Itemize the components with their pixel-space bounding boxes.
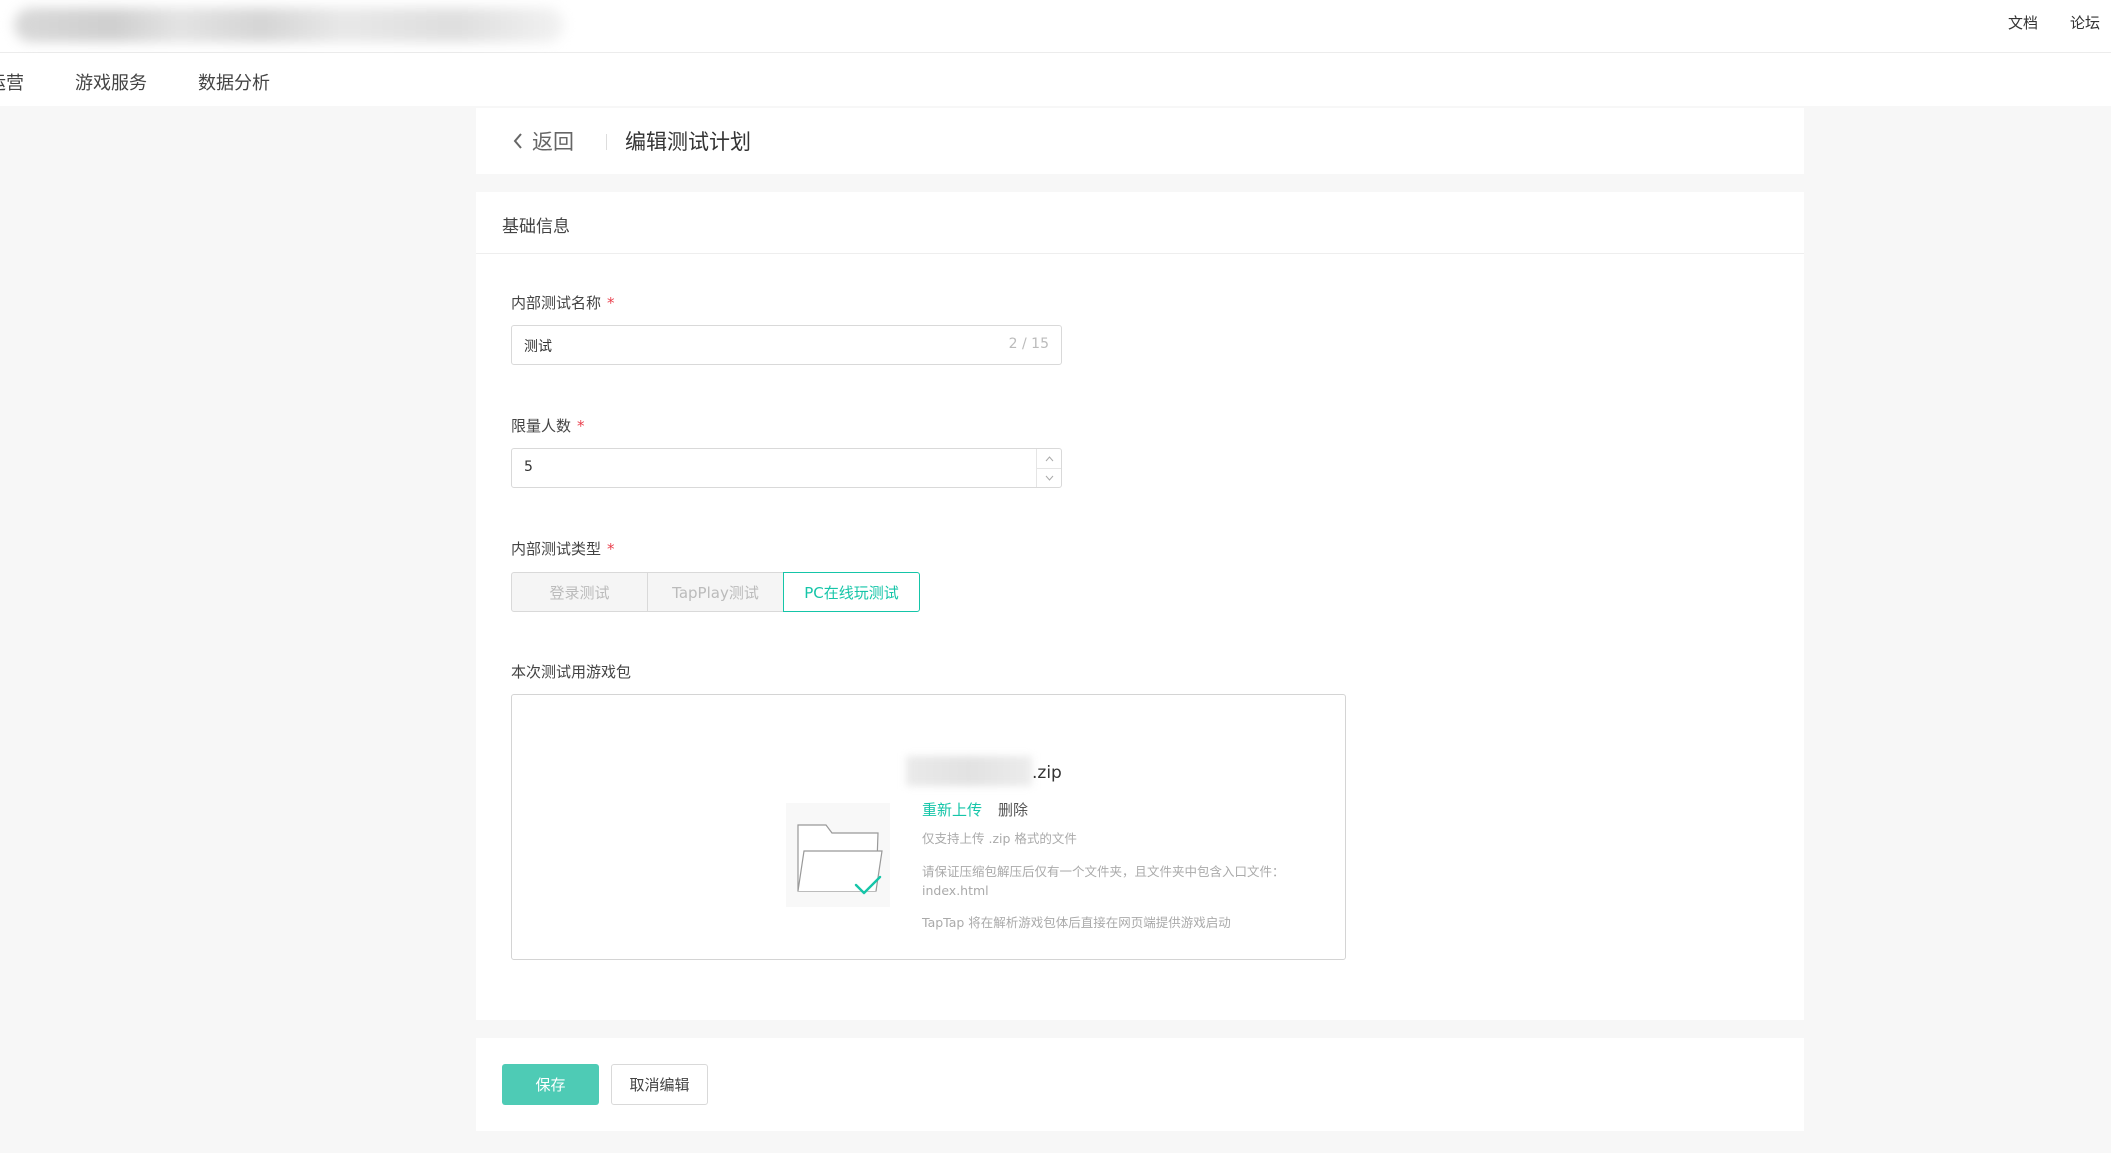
chevron-up-icon [1045,455,1053,461]
form-footer: 保存 取消编辑 [476,1038,1804,1131]
reupload-link[interactable]: 重新上传 [922,799,982,820]
hint-format: 仅支持上传 .zip 格式的文件 [922,831,1077,846]
section-title: 基础信息 [502,217,570,237]
file-extension: .zip [1032,763,1062,783]
docs-link[interactable]: 文档 [2008,12,2038,33]
hint-entry-file: index.html [922,883,989,898]
type-option-login[interactable]: 登录测试 [511,572,648,612]
page-title: 编辑测试计划 [625,130,751,154]
test-type-label-text: 内部测试类型 [511,540,602,558]
limit-label-text: 限量人数 [511,417,572,435]
package-label: 本次测试用游戏包 [511,663,632,681]
test-name-input[interactable]: 测试 2 / 15 [511,325,1062,365]
type-option-tapplay[interactable]: TapPlay测试 [647,572,784,612]
section-divider [476,253,1804,254]
char-counter: 2 / 15 [1008,336,1049,352]
main-nav: 运营 游戏服务 数据分析 [0,53,2111,106]
limit-number-input[interactable]: 5 [511,448,1062,488]
test-name-value: 测试 [524,339,552,355]
chevron-left-icon [513,133,522,149]
increment-button[interactable] [1037,449,1061,469]
save-button[interactable]: 保存 [502,1064,599,1105]
package-upload-area: .zip 重新上传 删除 仅支持上传 .zip 格式的文件 请保证压缩包解压后仅… [511,694,1346,960]
test-name-label: 内部测试名称 * [511,292,615,313]
page-header: 返回 编辑测试计划 [476,108,1804,174]
test-name-label-text: 内部测试名称 [511,294,602,312]
hint-structure: 请保证压缩包解压后仅有一个文件夹，且文件夹中包含入口文件： [922,864,1285,879]
test-type-label: 内部测试类型 * [511,538,615,559]
limit-label: 限量人数 * [511,415,585,436]
delete-link[interactable]: 删除 [998,799,1028,820]
nav-item-data-analysis[interactable]: 数据分析 [198,69,270,95]
nav-item-game-services[interactable]: 游戏服务 [75,69,147,95]
test-type-segmented: 登录测试 TapPlay测试 PC在线玩测试 [511,572,920,612]
decrement-button[interactable] [1037,468,1061,487]
required-mark: * [577,417,585,435]
chevron-down-icon [1045,475,1053,481]
blurred-file-name [906,756,1032,786]
blurred-logo-area [14,8,564,42]
nav-item-operations[interactable]: 运营 [0,69,24,95]
back-label: 返回 [532,130,574,154]
basic-info-card: 基础信息 内部测试名称 * 测试 2 / 15 限量人数 * 5 内部测试类型 * 登… [476,192,1804,1020]
limit-value: 5 [524,459,533,475]
back-button[interactable]: 返回 [512,126,574,156]
cancel-edit-button[interactable]: 取消编辑 [611,1064,708,1105]
divider [606,134,607,150]
forum-link[interactable]: 论坛 [2070,12,2100,33]
required-mark: * [607,294,615,312]
required-mark: * [607,540,615,558]
type-option-pc-online[interactable]: PC在线玩测试 [783,572,920,612]
top-bar: 文档 论坛 [0,0,2111,53]
quantity-stepper [1036,449,1061,487]
folder-check-icon [786,803,890,907]
hint-launch: TapTap 将在解析游戏包体后直接在网页端提供游戏启动 [922,915,1231,930]
